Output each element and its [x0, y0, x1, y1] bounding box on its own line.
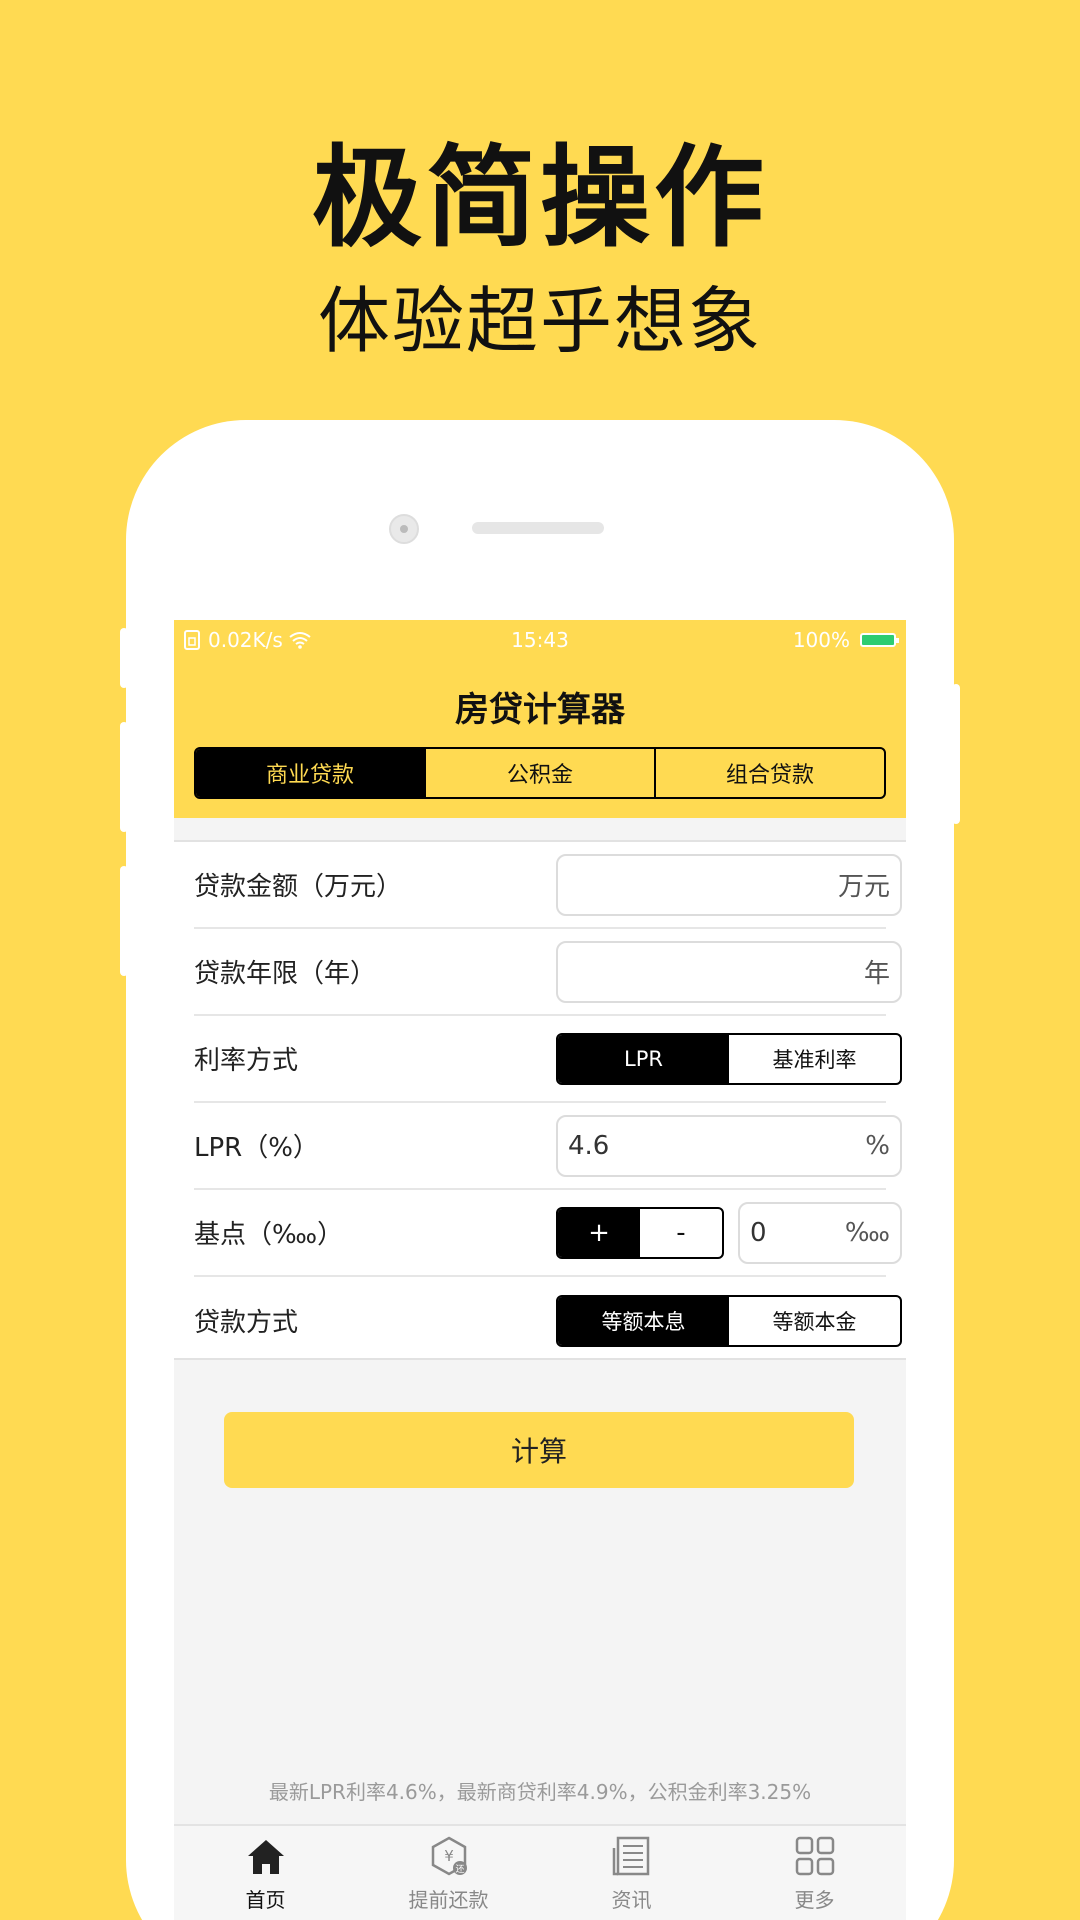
basis-value: 0: [750, 1217, 767, 1248]
rate-mode-lpr[interactable]: LPR: [558, 1034, 729, 1083]
tab-home-label: 首页: [245, 1888, 286, 1912]
repay-equal-principal[interactable]: 等额本金: [729, 1297, 900, 1345]
tab-provident-fund[interactable]: 公积金: [424, 749, 654, 797]
top-bar: 0.02K/s 15:43 100% 房贷计算器 商业贷款 公积金 组合贷款: [174, 620, 906, 818]
amount-label: 贷款金额（万元）: [194, 872, 403, 902]
battery-icon: [860, 633, 899, 647]
basis-unit: ‱: [844, 1217, 890, 1248]
loan-type-tabs: 商业贷款 公积金 组合贷款: [194, 747, 886, 799]
repay-equal-installment[interactable]: 等额本息: [558, 1296, 729, 1345]
page-title: 房贷计算器: [455, 690, 625, 730]
lpr-value: 4.6: [568, 1130, 610, 1161]
svg-text:还: 还: [455, 1863, 464, 1875]
rate-mode-toggle: LPR 基准利率: [556, 1032, 902, 1085]
repay-mode-label: 贷款方式: [194, 1308, 299, 1338]
term-input[interactable]: 年: [556, 940, 902, 1003]
headline: 极简操作: [312, 134, 768, 262]
news-icon: [612, 1836, 649, 1876]
tab-combined-loan[interactable]: 组合贷款: [654, 749, 884, 797]
tab-more-label: 更多: [794, 1888, 835, 1912]
rate-mode-benchmark[interactable]: 基准利率: [729, 1035, 900, 1083]
tab-news-label: 资讯: [611, 1888, 652, 1912]
repay-mode-toggle: 等额本息 等额本金: [556, 1294, 902, 1347]
basis-input[interactable]: 0 ‱: [738, 1201, 902, 1264]
basis-plus-button[interactable]: +: [558, 1208, 640, 1257]
battery-percent: 100%: [792, 628, 850, 652]
row-repay-mode: 贷款方式 等额本息 等额本金: [194, 1277, 902, 1364]
term-unit: 年: [863, 959, 890, 989]
row-lpr: LPR（%） 4.6 %: [194, 1103, 902, 1190]
basis-sign-toggle: + -: [556, 1206, 724, 1259]
term-label: 贷款年限（年）: [194, 959, 377, 989]
amount-unit: 万元: [837, 872, 890, 902]
repay-icon: ¥还: [431, 1836, 467, 1876]
lpr-input[interactable]: 4.6 %: [556, 1114, 902, 1177]
row-basis: 基点（‱） + - 0 ‱: [194, 1190, 902, 1277]
row-amount: 贷款金额（万元） 万元: [194, 842, 902, 929]
home-icon: [247, 1840, 284, 1874]
speaker-grille: [472, 522, 604, 534]
svg-text:¥: ¥: [444, 1847, 454, 1865]
tab-home[interactable]: 首页: [174, 1826, 357, 1920]
row-rate-mode: 利率方式 LPR 基准利率: [194, 1016, 902, 1103]
tab-more[interactable]: 更多: [723, 1826, 906, 1920]
tab-news[interactable]: 资讯: [540, 1826, 723, 1920]
camera-icon: [389, 514, 419, 544]
lpr-label: LPR（%）: [194, 1133, 319, 1163]
grid-icon: [795, 1836, 834, 1876]
amount-input[interactable]: 万元: [556, 853, 902, 916]
basis-label: 基点（‱）: [194, 1220, 344, 1250]
status-right: 100%: [792, 628, 899, 652]
tab-commercial-loan[interactable]: 商业贷款: [196, 749, 424, 797]
calculate-button[interactable]: 计算: [224, 1412, 854, 1488]
row-term: 贷款年限（年） 年: [194, 929, 902, 1016]
lpr-unit: %: [865, 1130, 890, 1161]
basis-minus-button[interactable]: -: [640, 1209, 722, 1257]
rate-note: 最新LPR利率4.6%，最新商贷利率4.9%，公积金利率3.25%: [268, 1780, 812, 1804]
subline: 体验超乎想象: [317, 279, 762, 363]
app-screen: 0.02K/s 15:43 100% 房贷计算器 商业贷款 公积金 组合贷款 贷…: [174, 620, 906, 1920]
tab-prepayment-label: 提前还款: [408, 1888, 489, 1912]
tab-prepayment[interactable]: ¥ 还 提前还款: [357, 1826, 540, 1920]
rate-mode-label: 利率方式: [194, 1046, 299, 1076]
bottom-tab-bar: 首页 ¥ 还 提前还款 资讯 更多: [174, 1824, 906, 1920]
loan-form: 贷款金额（万元） 万元 贷款年限（年） 年 利率方式 LPR 基准利率 LPR（…: [174, 840, 906, 1360]
